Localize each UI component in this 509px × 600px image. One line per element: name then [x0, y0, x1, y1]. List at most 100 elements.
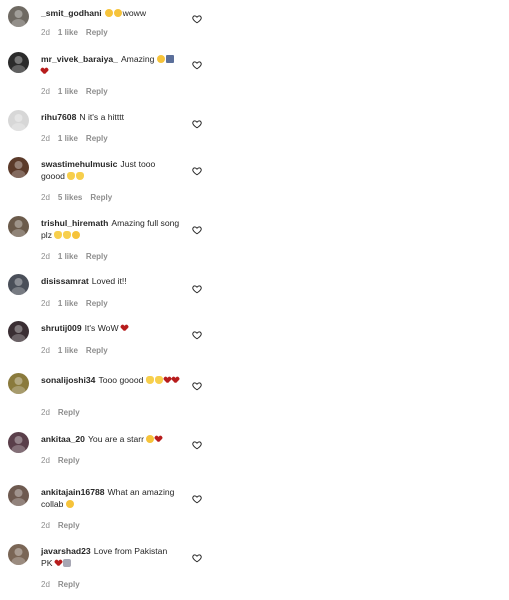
comment-text: ankitajain16788 What an amazing collab [41, 486, 181, 510]
reply-button[interactable]: Reply [86, 299, 108, 308]
avatar[interactable] [8, 321, 29, 342]
comment-text: javarshad23 Love from Pakistan PK [41, 545, 181, 569]
comment-meta: 2d 5 likes Reply [41, 193, 120, 203]
comment-body: N it's a hitttt [79, 112, 124, 122]
face-emoji [104, 9, 113, 17]
clap-emoji [54, 231, 63, 239]
comment-text: _smit_godhani woww [41, 7, 181, 19]
comment-text: shrutij009 It's WoW [41, 322, 181, 334]
comment-meta: 2d 1 like Reply [41, 252, 116, 262]
comment-body: woww [122, 8, 147, 18]
comment-username[interactable]: _smit_godhani [41, 8, 102, 18]
comment-meta: 2d 1 like Reply [41, 299, 116, 309]
reply-button[interactable]: Reply [86, 28, 108, 37]
avatar[interactable] [8, 373, 29, 394]
comment-body: Loved it!! [91, 276, 127, 286]
like-heart-icon[interactable] [192, 116, 202, 129]
comment-time: 2d [41, 456, 50, 465]
reply-button[interactable]: Reply [86, 252, 108, 261]
avatar[interactable] [8, 52, 29, 73]
avatar[interactable] [8, 6, 29, 27]
avatar[interactable] [8, 274, 29, 295]
comment-username[interactable]: ankitajain16788 [41, 487, 105, 497]
comment-username[interactable]: swastimehulmusic [41, 159, 117, 169]
comment-likes[interactable]: 1 like [58, 28, 78, 37]
comment-username[interactable]: trishul_hiremath [41, 218, 108, 228]
avatar[interactable] [8, 110, 29, 131]
face-emoji [156, 55, 165, 63]
comment-username[interactable]: mr_vivek_baraiya_ [41, 54, 118, 64]
reply-button[interactable]: Reply [58, 580, 80, 589]
comment-body: You are a starr [87, 434, 145, 444]
comment-username[interactable]: rihu7608 [41, 112, 76, 122]
comment-meta: 2d Reply [41, 521, 88, 531]
like-heart-icon[interactable] [192, 327, 202, 340]
reply-button[interactable]: Reply [58, 521, 80, 530]
comment-time: 2d [41, 408, 50, 417]
red-heart-emoji [41, 68, 48, 75]
avatar[interactable] [8, 432, 29, 453]
comment-time: 2d [41, 521, 50, 530]
avatar[interactable] [8, 485, 29, 506]
comment-meta: 2d 1 like Reply [41, 346, 116, 356]
comment-username[interactable]: shrutij009 [41, 323, 82, 333]
comment-meta: 2d Reply [41, 456, 88, 466]
comment-likes[interactable]: 1 like [58, 87, 78, 96]
face-emoji [113, 9, 122, 17]
avatar[interactable] [8, 157, 29, 178]
like-heart-icon[interactable] [192, 11, 202, 24]
reply-button[interactable]: Reply [58, 456, 80, 465]
comment-likes[interactable]: 1 like [58, 252, 78, 261]
like-heart-icon[interactable] [192, 222, 202, 235]
comment-text: mr_vivek_baraiya_ Amazing [41, 53, 181, 77]
clap-emoji [154, 376, 163, 384]
like-heart-icon[interactable] [192, 57, 202, 70]
comment-time: 2d [41, 346, 50, 355]
comment-username[interactable]: javarshad23 [41, 546, 91, 556]
clap-emoji [76, 172, 85, 180]
comment-likes[interactable]: 5 likes [58, 193, 82, 202]
comment-likes[interactable]: 1 like [58, 346, 78, 355]
comment-text: disissamrat Loved it!! [41, 275, 181, 287]
comment-likes[interactable]: 1 like [58, 134, 78, 143]
comment-time: 2d [41, 193, 50, 202]
like-heart-icon[interactable] [192, 437, 202, 450]
red-heart-emoji [172, 377, 179, 384]
comment-time: 2d [41, 252, 50, 261]
red-heart-emoji [55, 560, 62, 567]
comment-likes[interactable]: 1 like [58, 299, 78, 308]
like-heart-icon[interactable] [192, 491, 202, 504]
comment-meta: 2d 1 like Reply [41, 134, 116, 144]
avatar[interactable] [8, 216, 29, 237]
comment-time: 2d [41, 299, 50, 308]
comment-username[interactable]: ankitaa_20 [41, 434, 85, 444]
comment-meta: 2d Reply [41, 408, 88, 418]
like-heart-icon[interactable] [192, 281, 202, 294]
comment-meta: 2d 1 like Reply [41, 87, 116, 97]
reply-button[interactable]: Reply [58, 408, 80, 417]
avatar[interactable] [8, 544, 29, 565]
comment-text: sonalijoshi34 Tooo goood [41, 374, 181, 386]
like-heart-icon[interactable] [192, 163, 202, 176]
comment-body: Amazing [120, 54, 155, 64]
comment-text: trishul_hiremath Amazing full song plz [41, 217, 181, 241]
comment-username[interactable]: disissamrat [41, 276, 89, 286]
comment-time: 2d [41, 28, 50, 37]
emoji [62, 559, 71, 567]
reply-button[interactable]: Reply [86, 87, 108, 96]
comment-meta: 2d Reply [41, 580, 88, 590]
reply-button[interactable]: Reply [86, 346, 108, 355]
reply-button[interactable]: Reply [86, 134, 108, 143]
face-emoji [65, 500, 74, 508]
like-heart-icon[interactable] [192, 378, 202, 391]
reply-button[interactable]: Reply [90, 193, 112, 202]
comment-body: It's WoW [84, 323, 119, 333]
comment-username[interactable]: sonalijoshi34 [41, 375, 95, 385]
comment-time: 2d [41, 134, 50, 143]
like-heart-icon[interactable] [192, 550, 202, 563]
clap-emoji [145, 376, 154, 384]
face-emoji [72, 231, 81, 239]
comment-time: 2d [41, 580, 50, 589]
comment-meta: 2d 1 like Reply [41, 28, 116, 38]
comment-text: swastimehulmusic Just tooo goood [41, 158, 181, 182]
